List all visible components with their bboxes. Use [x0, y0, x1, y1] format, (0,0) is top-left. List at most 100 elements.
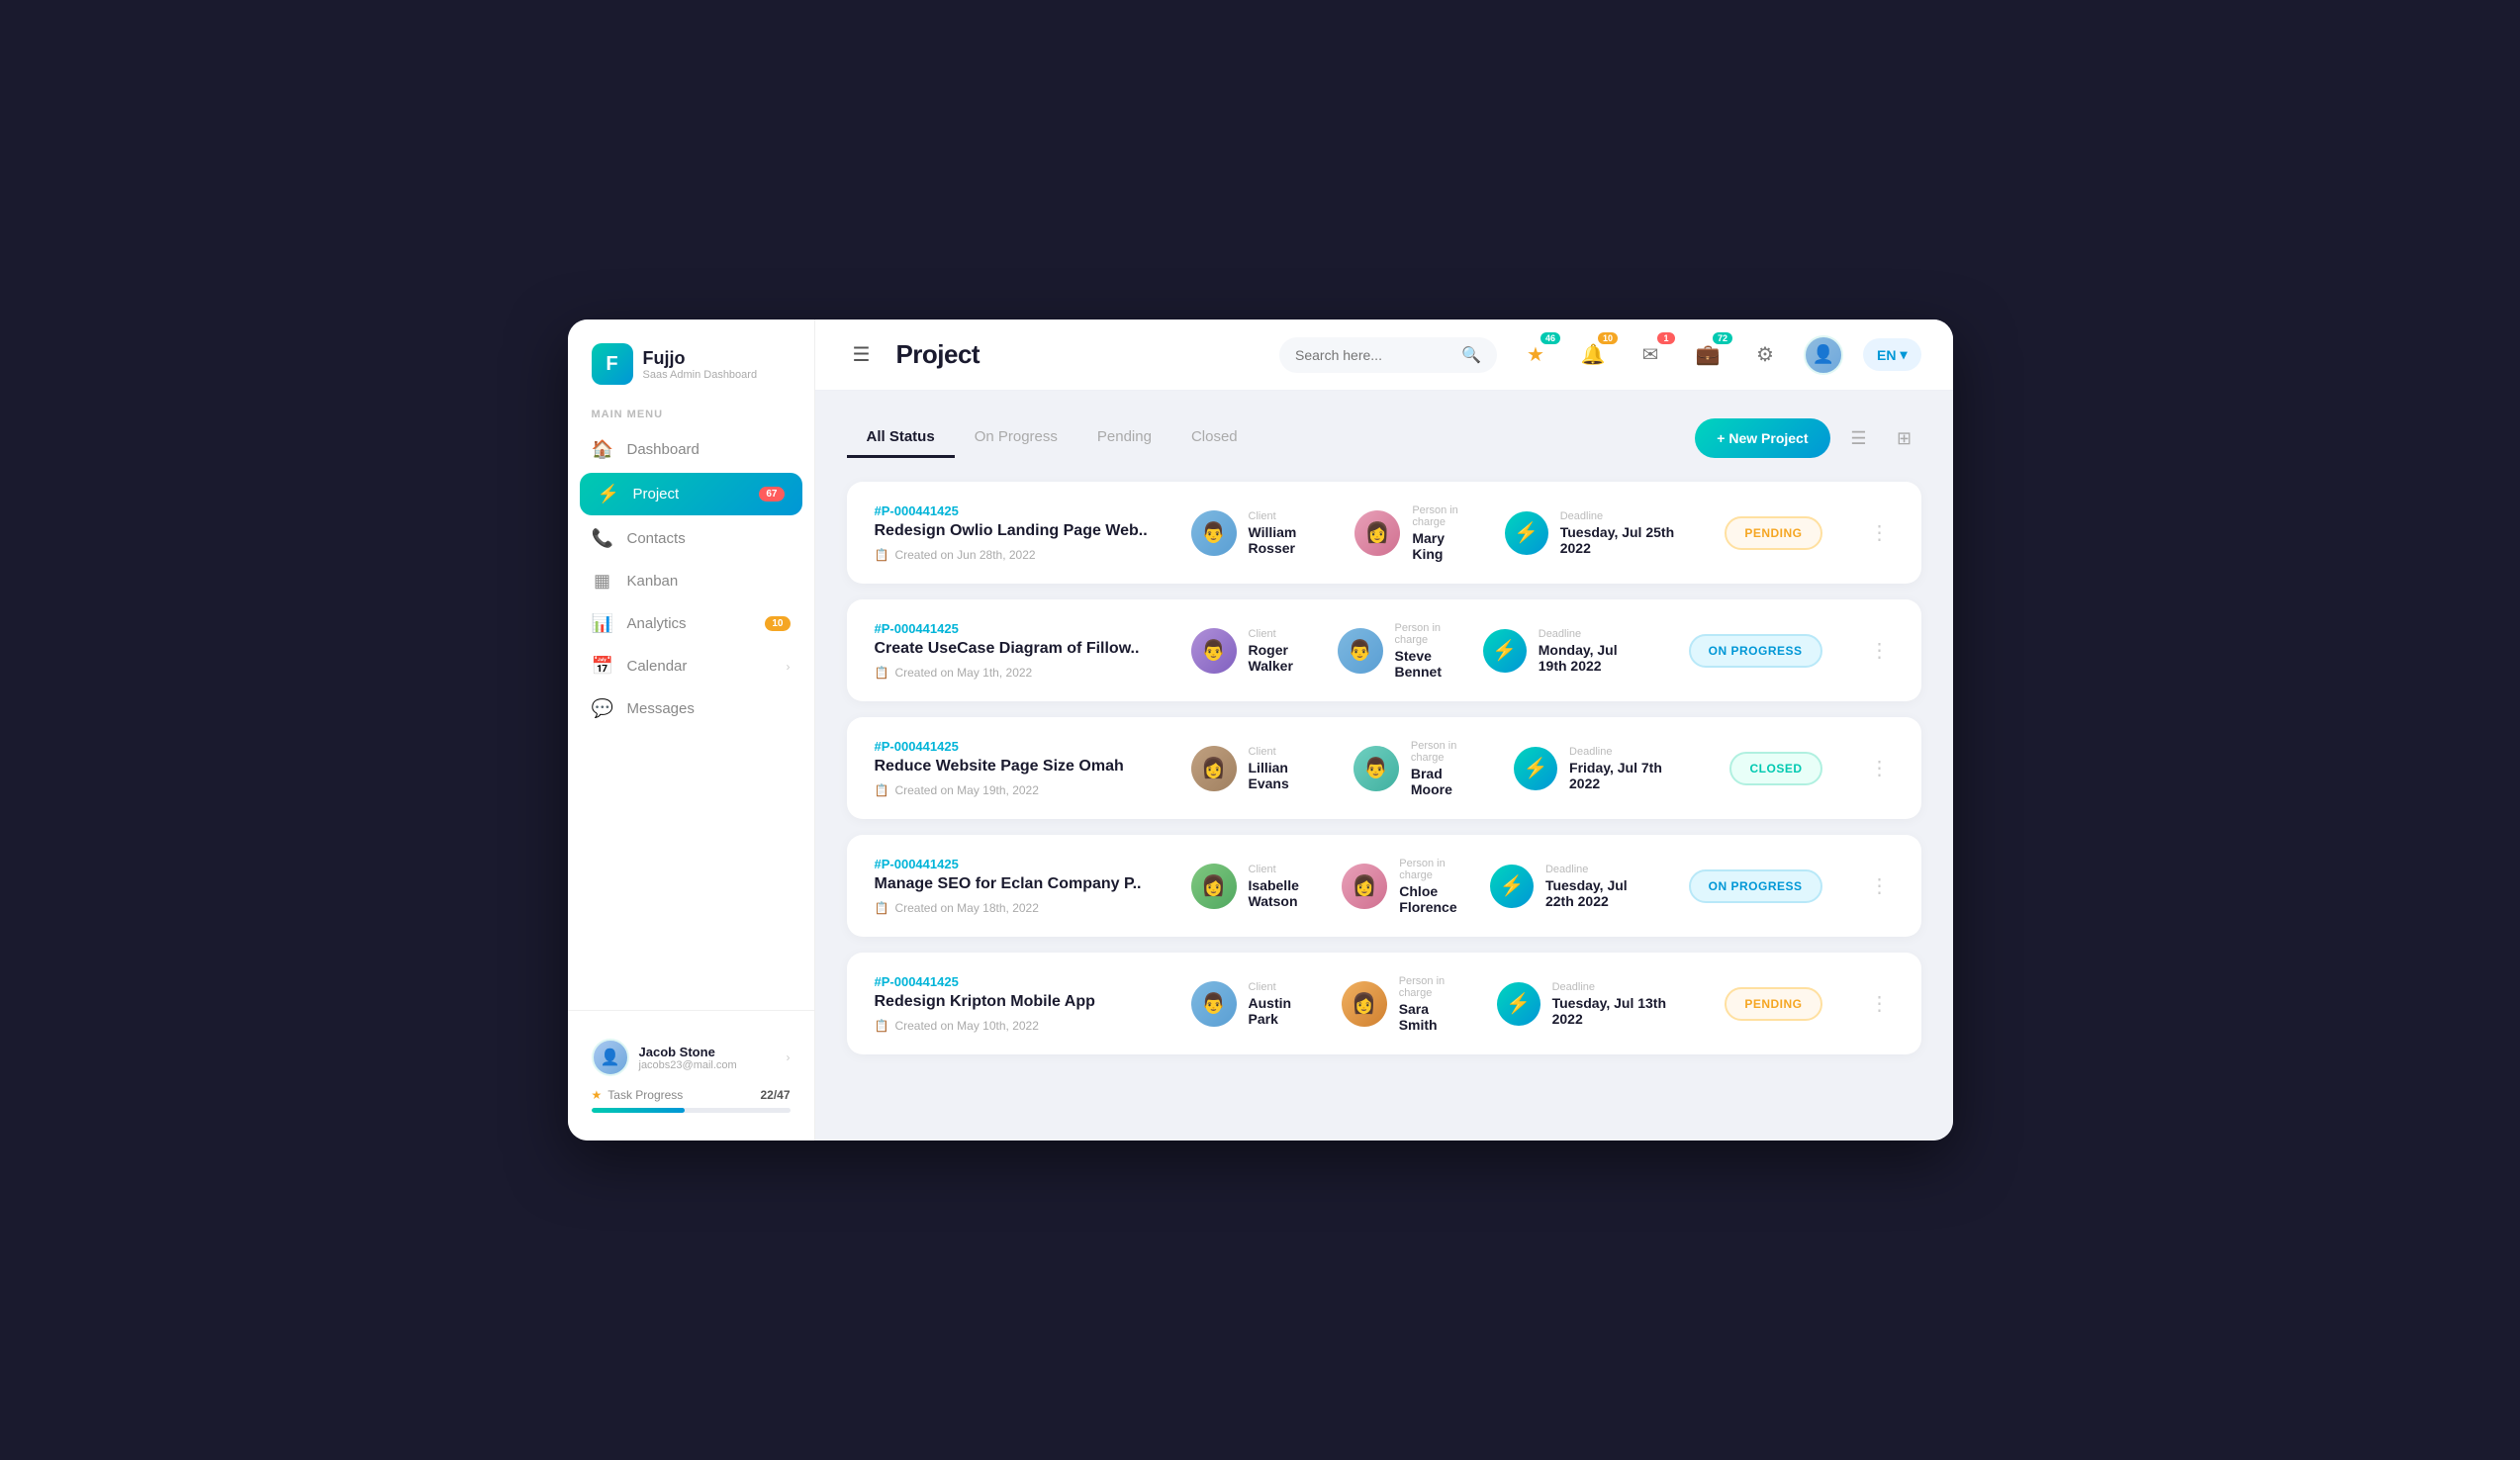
task-progress-text: Task Progress: [607, 1088, 683, 1102]
nav-label-kanban: Kanban: [627, 573, 679, 590]
client-label: Client: [1249, 510, 1324, 522]
person-in-charge-name: Sara Smith: [1399, 1001, 1465, 1033]
nav-label-messages: Messages: [627, 700, 695, 717]
logo-subtitle: Saas Admin Dashboard: [643, 369, 758, 381]
project-name: Redesign Kripton Mobile App: [875, 993, 1152, 1011]
deadline-info: ⚡ Deadline Monday, Jul 19th 2022: [1483, 628, 1641, 674]
hamburger-button[interactable]: ☰: [847, 336, 877, 373]
client-avatar: 👨: [1191, 981, 1237, 1027]
user-name: Jacob Stone: [639, 1045, 777, 1059]
person-in-charge-details: Person in charge Brad Moore: [1411, 740, 1482, 797]
client-name: Isabelle Watson: [1249, 877, 1311, 909]
person-in-charge-info: 👨 Person in charge Brad Moore: [1353, 740, 1482, 797]
calendar-small-icon: 📋: [875, 901, 889, 915]
deadline-label: Deadline: [1552, 981, 1678, 993]
new-project-button[interactable]: + New Project: [1695, 418, 1829, 458]
project-meta: 👨 Client William Rosser 👩 Person in char…: [1191, 504, 1894, 562]
project-card: #P-000441425 Redesign Kripton Mobile App…: [847, 953, 1921, 1054]
status-badge: PENDING: [1725, 987, 1821, 1021]
client-name: Lillian Evans: [1249, 760, 1322, 791]
logo-title: Fujjo: [643, 348, 758, 369]
project-info: #P-000441425 Create UseCase Diagram of F…: [875, 621, 1191, 680]
sidebar-section-label: Main Menu: [568, 409, 814, 428]
sidebar-item-kanban[interactable]: ▦ Kanban: [568, 560, 814, 602]
client-info: 👩 Client Lillian Evans: [1191, 746, 1322, 791]
page-title: Project: [895, 339, 980, 370]
star-badge: 46: [1540, 332, 1560, 344]
sidebar-item-messages[interactable]: 💬 Messages: [568, 687, 814, 730]
client-info: 👩 Client Isabelle Watson: [1191, 864, 1311, 909]
deadline-icon: ⚡: [1497, 982, 1540, 1026]
more-options-button[interactable]: ⋮: [1866, 869, 1894, 902]
client-avatar: 👩: [1191, 746, 1237, 791]
tab-closed[interactable]: Closed: [1171, 418, 1258, 458]
more-options-button[interactable]: ⋮: [1866, 752, 1894, 784]
tab-on-progress[interactable]: On Progress: [955, 418, 1077, 458]
messages-icon: 💬: [592, 698, 613, 719]
language-label: EN: [1877, 347, 1896, 363]
progress-bar: [592, 1108, 791, 1113]
tab-pending[interactable]: Pending: [1077, 418, 1171, 458]
person-in-charge-label: Person in charge: [1395, 622, 1451, 646]
nav-label-calendar: Calendar: [627, 658, 688, 675]
sidebar-item-project[interactable]: ⚡ Project 67: [580, 473, 802, 515]
language-button[interactable]: EN ▾: [1863, 338, 1920, 371]
filter-actions: + New Project ☰ ⊞: [1695, 418, 1920, 458]
project-info: #P-000441425 Redesign Owlio Landing Page…: [875, 503, 1191, 562]
more-options-button[interactable]: ⋮: [1866, 634, 1894, 667]
tab-all-status[interactable]: All Status: [847, 418, 955, 458]
person-in-charge-label: Person in charge: [1399, 975, 1465, 999]
search-input[interactable]: [1295, 347, 1453, 363]
client-name: Roger Walker: [1249, 642, 1306, 674]
person-in-charge-avatar: 👩: [1342, 981, 1387, 1027]
project-card: #P-000441425 Redesign Owlio Landing Page…: [847, 482, 1921, 584]
grid-view-button[interactable]: ⊞: [1888, 421, 1921, 455]
header-avatar[interactable]: 👤: [1804, 335, 1843, 375]
sidebar-item-dashboard[interactable]: 🏠 Dashboard: [568, 428, 814, 471]
project-created: 📋 Created on May 10th, 2022: [875, 1019, 1191, 1033]
task-progress-section: ★ Task Progress 22/47: [592, 1088, 791, 1125]
mail-button[interactable]: ✉ 1: [1632, 336, 1669, 374]
status-badge: PENDING: [1725, 516, 1821, 550]
client-details: Client Austin Park: [1249, 981, 1310, 1027]
star-icon: ★: [592, 1088, 603, 1102]
client-label: Client: [1249, 628, 1306, 640]
person-in-charge-details: Person in charge Chloe Florence: [1399, 858, 1458, 915]
person-in-charge-name: Chloe Florence: [1399, 883, 1458, 915]
deadline-icon: ⚡: [1505, 511, 1548, 555]
deadline-info: ⚡ Deadline Tuesday, Jul 13th 2022: [1497, 981, 1678, 1027]
client-info: 👨 Client Austin Park: [1191, 981, 1310, 1027]
header-icons: ★ 46 🔔 10 ✉ 1 💼 72 ⚙ 👤: [1517, 335, 1920, 375]
person-in-charge-label: Person in charge: [1411, 740, 1482, 764]
project-created: 📋 Created on May 19th, 2022: [875, 783, 1191, 797]
project-card: #P-000441425 Reduce Website Page Size Om…: [847, 717, 1921, 819]
user-avatar: 👤: [592, 1039, 629, 1076]
project-icon: ⚡: [598, 484, 619, 504]
deadline-info: ⚡ Deadline Tuesday, Jul 22th 2022: [1490, 864, 1641, 909]
user-info[interactable]: 👤 Jacob Stone jacobs23@mail.com ›: [592, 1027, 791, 1088]
deadline-label: Deadline: [1569, 746, 1682, 758]
deadline-icon: ⚡: [1490, 865, 1534, 908]
status-badge: ON PROGRESS: [1689, 869, 1822, 903]
star-button[interactable]: ★ 46: [1517, 336, 1554, 374]
settings-button[interactable]: ⚙: [1746, 336, 1784, 374]
briefcase-button[interactable]: 💼 72: [1689, 336, 1727, 374]
more-options-button[interactable]: ⋮: [1866, 516, 1894, 549]
more-options-button[interactable]: ⋮: [1866, 987, 1894, 1020]
deadline-info: ⚡ Deadline Friday, Jul 7th 2022: [1514, 746, 1682, 791]
bell-button[interactable]: 🔔 10: [1574, 336, 1612, 374]
person-in-charge-details: Person in charge Steve Bennet: [1395, 622, 1451, 680]
client-name: William Rosser: [1249, 524, 1324, 556]
list-view-button[interactable]: ☰: [1842, 421, 1876, 455]
project-created: 📋 Created on May 18th, 2022: [875, 901, 1191, 915]
nav-label-analytics: Analytics: [627, 615, 687, 632]
sidebar-item-contacts[interactable]: 📞 Contacts: [568, 517, 814, 560]
calendar-small-icon: 📋: [875, 783, 889, 797]
sidebar-item-analytics[interactable]: 📊 Analytics 10: [568, 602, 814, 645]
sidebar: F Fujjo Saas Admin Dashboard Main Menu 🏠…: [568, 319, 815, 1141]
deadline-label: Deadline: [1545, 864, 1641, 875]
sidebar-item-calendar[interactable]: 📅 Calendar ›: [568, 645, 814, 687]
deadline-details: Deadline Tuesday, Jul 25th 2022: [1560, 510, 1678, 556]
project-name: Create UseCase Diagram of Fillow..: [875, 640, 1152, 658]
project-meta: 👨 Client Roger Walker 👨 Person in charge…: [1191, 622, 1894, 680]
